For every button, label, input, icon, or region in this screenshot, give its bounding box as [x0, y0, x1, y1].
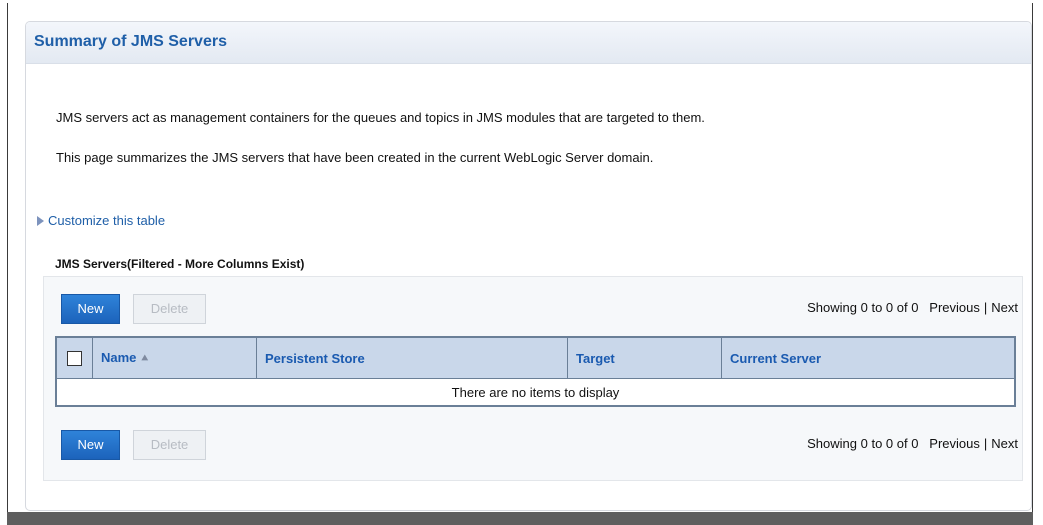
- delete-button-top: Delete: [133, 294, 206, 324]
- panel-header: Summary of JMS Servers: [26, 22, 1031, 64]
- pager-separator: |: [983, 300, 988, 315]
- jms-servers-table: Name ⯅ Persistent Store Target Current Se…: [55, 336, 1016, 407]
- pager-previous-link[interactable]: Previous: [929, 300, 980, 315]
- column-header-name[interactable]: Name ⯅: [92, 337, 257, 379]
- pager-previous-link[interactable]: Previous: [929, 436, 980, 451]
- description-text-1: JMS servers act as management containers…: [56, 110, 705, 125]
- pager-showing-text: Showing 0 to 0 of 0: [807, 436, 919, 451]
- select-all-checkbox[interactable]: [67, 351, 82, 367]
- column-label-target[interactable]: Target: [576, 351, 615, 366]
- new-button-top[interactable]: New: [61, 294, 120, 324]
- table-header-row: Name ⯅ Persistent Store Target Current Se…: [56, 337, 1015, 379]
- select-all-header: [56, 337, 93, 379]
- pager-showing-text: Showing 0 to 0 of 0: [807, 300, 919, 315]
- pager-separator: |: [983, 436, 988, 451]
- pager-next-link[interactable]: Next: [991, 436, 1018, 451]
- sort-ascending-icon[interactable]: ⯅: [140, 353, 149, 366]
- column-label-persistent-store[interactable]: Persistent Store: [265, 351, 365, 366]
- empty-message: There are no items to display: [56, 378, 1015, 406]
- column-label-current-server[interactable]: Current Server: [730, 351, 821, 366]
- empty-row: There are no items to display: [56, 378, 1015, 406]
- pager-bottom: Showing 0 to 0 of 0 Previous | Next: [807, 436, 1018, 451]
- table-container: New Delete Showing 0 to 0 of 0 Previous |…: [43, 276, 1023, 481]
- customize-table-link[interactable]: Customize this table: [37, 213, 165, 228]
- new-button-bottom[interactable]: New: [61, 430, 120, 460]
- pager-next-link[interactable]: Next: [991, 300, 1018, 315]
- table-caption: JMS Servers(Filtered - More Columns Exis…: [55, 257, 305, 271]
- pager-top: Showing 0 to 0 of 0 Previous | Next: [807, 300, 1018, 315]
- summary-panel: Summary of JMS Servers JMS servers act a…: [25, 21, 1032, 511]
- column-label-name[interactable]: Name: [101, 350, 136, 365]
- description-text-2: This page summarizes the JMS servers tha…: [56, 150, 654, 165]
- column-header-current-server[interactable]: Current Server: [721, 337, 1015, 379]
- expand-triangle-icon: [37, 215, 44, 226]
- column-header-persistent-store[interactable]: Persistent Store: [256, 337, 568, 379]
- column-header-target[interactable]: Target: [567, 337, 722, 379]
- delete-button-bottom: Delete: [133, 430, 206, 460]
- page-title: Summary of JMS Servers: [34, 33, 227, 50]
- bottom-scrollbar[interactable]: [7, 512, 1033, 525]
- customize-table-label[interactable]: Customize this table: [48, 213, 165, 228]
